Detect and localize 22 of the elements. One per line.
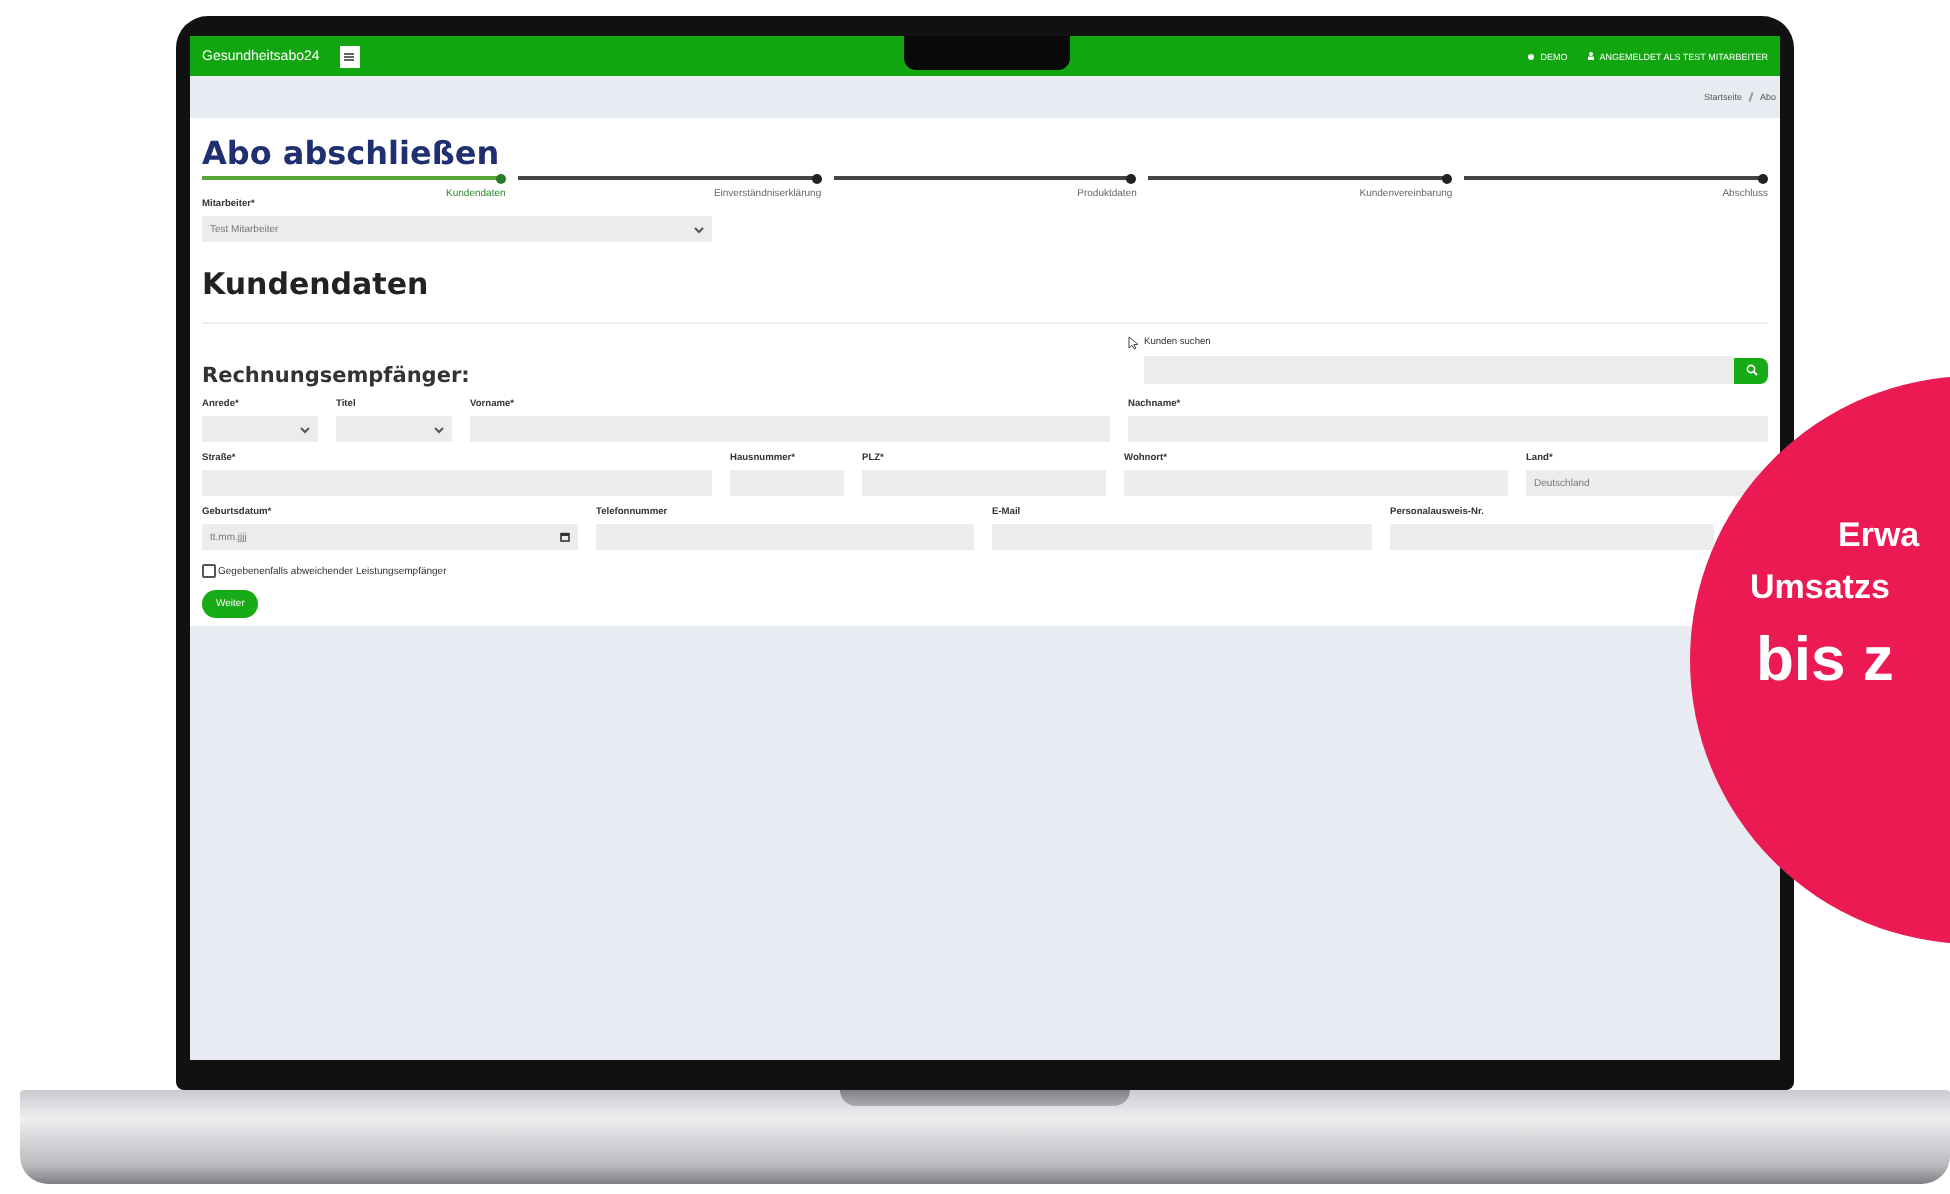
menu-button[interactable]: [339, 45, 360, 67]
promo-text: Erwa: [1838, 516, 1920, 556]
checkbox[interactable]: [202, 564, 216, 578]
select-field[interactable]: [202, 416, 318, 442]
search-icon: [1745, 364, 1757, 376]
page-title: Abo abschließen: [202, 134, 502, 172]
promo-text: Umsatzs: [1750, 568, 1890, 608]
search-button[interactable]: [1734, 357, 1768, 383]
chevron-down-icon: [300, 425, 310, 433]
cursor-icon: [1128, 336, 1140, 350]
search-field[interactable]: [1144, 356, 1734, 384]
section-title: Kundendaten: [202, 266, 431, 302]
calendar-icon: [560, 532, 570, 542]
select-field[interactable]: [336, 416, 452, 442]
chevron-down-icon: [694, 225, 704, 233]
input-field[interactable]: [1390, 524, 1714, 550]
menu-icon: [344, 51, 355, 61]
chevron-down-icon: [434, 425, 444, 433]
user-icon: [1587, 52, 1594, 60]
subsection-title: Rechnungsempfänger:: [202, 364, 472, 388]
status-dot-icon: [1528, 53, 1535, 59]
promo-text: bis z: [1756, 624, 1894, 696]
